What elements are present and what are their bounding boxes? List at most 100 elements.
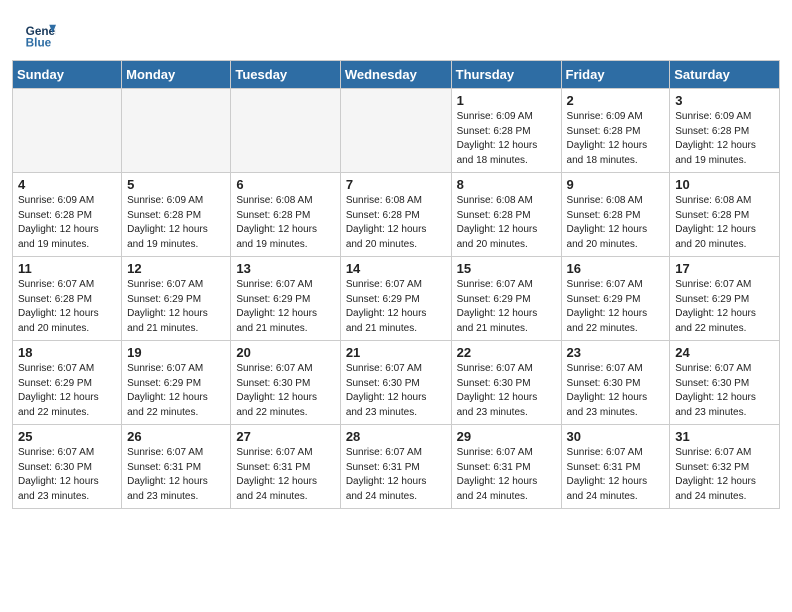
calendar-cell: 11Sunrise: 6:07 AMSunset: 6:28 PMDayligh… <box>13 257 122 341</box>
calendar-cell: 17 Sunrise: 6:07 AMSunset: 6:29 PMDayligh… <box>670 257 780 341</box>
day-info: Sunrise: 6:07 AMSunset: 6:30 PMDaylight:… <box>567 362 665 420</box>
day-info: Sunrise: 6:07 AMSunset: 6:31 PMDaylight:… <box>127 446 225 504</box>
day-info: Sunrise: 6:08 AMSunset: 6:28 PMDaylight:… <box>675 194 774 252</box>
day-number: 4 <box>18 177 116 192</box>
day-info: Sunrise: 6:09 AMSunset: 6:28 PMDaylight:… <box>567 110 665 168</box>
day-info: Sunrise: 6:08 AMSunset: 6:28 PMDaylight:… <box>236 194 334 252</box>
calendar-cell: 29 Sunrise: 6:07 AMSunset: 6:31 PMDayligh… <box>451 425 561 509</box>
day-number: 26 <box>127 429 225 444</box>
day-number: 27 <box>236 429 334 444</box>
calendar-cell: 3Sunrise: 6:09 AMSunset: 6:28 PMDaylight… <box>670 89 780 173</box>
day-number: 8 <box>457 177 556 192</box>
day-info: Sunrise: 6:07 AMSunset: 6:30 PMDaylight:… <box>675 362 774 420</box>
day-info: Sunrise: 6:07 AMSunset: 6:30 PMDaylight:… <box>457 362 556 420</box>
day-info: Sunrise: 6:07 AMSunset: 6:29 PMDaylight:… <box>457 278 556 336</box>
calendar-cell: 30 Sunrise: 6:07 AMSunset: 6:31 PMDayligh… <box>561 425 670 509</box>
day-info: Sunrise: 6:07 AMSunset: 6:29 PMDaylight:… <box>127 362 225 420</box>
weekday-saturday: Saturday <box>670 61 780 89</box>
calendar-cell: 8 Sunrise: 6:08 AMSunset: 6:28 PMDaylight… <box>451 173 561 257</box>
day-info: Sunrise: 6:07 AMSunset: 6:31 PMDaylight:… <box>457 446 556 504</box>
day-info: Sunrise: 6:07 AMSunset: 6:29 PMDaylight:… <box>567 278 665 336</box>
day-number: 23 <box>567 345 665 360</box>
calendar-cell: 16 Sunrise: 6:07 AMSunset: 6:29 PMDayligh… <box>561 257 670 341</box>
day-info: Sunrise: 6:07 AMSunset: 6:30 PMDaylight:… <box>18 446 116 504</box>
calendar-cell <box>13 89 122 173</box>
calendar-wrap: SundayMondayTuesdayWednesdayThursdayFrid… <box>0 60 792 521</box>
day-info: Sunrise: 6:07 AMSunset: 6:29 PMDaylight:… <box>675 278 774 336</box>
day-info: Sunrise: 6:09 AMSunset: 6:28 PMDaylight:… <box>18 194 116 252</box>
calendar-cell: 15 Sunrise: 6:07 AMSunset: 6:29 PMDayligh… <box>451 257 561 341</box>
day-number: 12 <box>127 261 225 276</box>
calendar-body: 1 Sunrise: 6:09 AMSunset: 6:28 PMDaylight… <box>13 89 780 509</box>
day-info: Sunrise: 6:07 AMSunset: 6:31 PMDaylight:… <box>236 446 334 504</box>
day-info: Sunrise: 6:09 AMSunset: 6:28 PMDaylight:… <box>457 110 556 168</box>
day-number: 17 <box>675 261 774 276</box>
day-number: 9 <box>567 177 665 192</box>
day-info: Sunrise: 6:08 AMSunset: 6:28 PMDaylight:… <box>457 194 556 252</box>
day-number: 14 <box>346 261 446 276</box>
day-number: 1 <box>457 93 556 108</box>
calendar-cell: 22 Sunrise: 6:07 AMSunset: 6:30 PMDayligh… <box>451 341 561 425</box>
calendar-cell: 14 Sunrise: 6:07 AMSunset: 6:29 PMDayligh… <box>340 257 451 341</box>
day-number: 11 <box>18 261 116 276</box>
day-number: 7 <box>346 177 446 192</box>
week-row-4: 18 Sunrise: 6:07 AMSunset: 6:29 PMDayligh… <box>13 341 780 425</box>
calendar-cell: 10 Sunrise: 6:08 AMSunset: 6:28 PMDayligh… <box>670 173 780 257</box>
day-number: 29 <box>457 429 556 444</box>
day-number: 22 <box>457 345 556 360</box>
weekday-thursday: Thursday <box>451 61 561 89</box>
calendar-cell: 23 Sunrise: 6:07 AMSunset: 6:30 PMDayligh… <box>561 341 670 425</box>
day-info: Sunrise: 6:07 AMSunset: 6:30 PMDaylight:… <box>236 362 334 420</box>
weekday-friday: Friday <box>561 61 670 89</box>
calendar-cell <box>340 89 451 173</box>
calendar-cell: 19 Sunrise: 6:07 AMSunset: 6:29 PMDayligh… <box>122 341 231 425</box>
day-info: Sunrise: 6:09 AMSunset: 6:28 PMDaylight:… <box>675 110 774 168</box>
day-info: Sunrise: 6:07 AMSunset: 6:31 PMDaylight:… <box>567 446 665 504</box>
calendar-cell: 27 Sunrise: 6:07 AMSunset: 6:31 PMDayligh… <box>231 425 340 509</box>
week-row-2: 4 Sunrise: 6:09 AMSunset: 6:28 PMDaylight… <box>13 173 780 257</box>
day-number: 2 <box>567 93 665 108</box>
weekday-wednesday: Wednesday <box>340 61 451 89</box>
week-row-5: 25 Sunrise: 6:07 AMSunset: 6:30 PMDayligh… <box>13 425 780 509</box>
calendar-cell: 4 Sunrise: 6:09 AMSunset: 6:28 PMDaylight… <box>13 173 122 257</box>
day-number: 19 <box>127 345 225 360</box>
day-info: Sunrise: 6:07 AMSunset: 6:31 PMDaylight:… <box>346 446 446 504</box>
weekday-header-row: SundayMondayTuesdayWednesdayThursdayFrid… <box>13 61 780 89</box>
day-number: 28 <box>346 429 446 444</box>
calendar-cell: 26 Sunrise: 6:07 AMSunset: 6:31 PMDayligh… <box>122 425 231 509</box>
day-number: 20 <box>236 345 334 360</box>
day-number: 15 <box>457 261 556 276</box>
day-info: Sunrise: 6:09 AMSunset: 6:28 PMDaylight:… <box>127 194 225 252</box>
calendar-cell: 31Sunrise: 6:07 AMSunset: 6:32 PMDayligh… <box>670 425 780 509</box>
calendar-cell: 6Sunrise: 6:08 AMSunset: 6:28 PMDaylight… <box>231 173 340 257</box>
day-number: 25 <box>18 429 116 444</box>
calendar-cell: 20 Sunrise: 6:07 AMSunset: 6:30 PMDayligh… <box>231 341 340 425</box>
calendar-cell: 12 Sunrise: 6:07 AMSunset: 6:29 PMDayligh… <box>122 257 231 341</box>
day-number: 21 <box>346 345 446 360</box>
week-row-1: 1 Sunrise: 6:09 AMSunset: 6:28 PMDaylight… <box>13 89 780 173</box>
day-number: 30 <box>567 429 665 444</box>
day-number: 5 <box>127 177 225 192</box>
day-info: Sunrise: 6:07 AMSunset: 6:29 PMDaylight:… <box>236 278 334 336</box>
calendar-cell: 24 Sunrise: 6:07 AMSunset: 6:30 PMDayligh… <box>670 341 780 425</box>
calendar-cell: 13Sunrise: 6:07 AMSunset: 6:29 PMDayligh… <box>231 257 340 341</box>
svg-text:Blue: Blue <box>26 37 52 50</box>
day-info: Sunrise: 6:08 AMSunset: 6:28 PMDaylight:… <box>567 194 665 252</box>
calendar-cell: 5 Sunrise: 6:09 AMSunset: 6:28 PMDaylight… <box>122 173 231 257</box>
logo: General Blue <box>24 18 58 50</box>
page-header: General Blue <box>0 0 792 60</box>
calendar-cell: 2 Sunrise: 6:09 AMSunset: 6:28 PMDaylight… <box>561 89 670 173</box>
calendar-cell: 21Sunrise: 6:07 AMSunset: 6:30 PMDayligh… <box>340 341 451 425</box>
day-info: Sunrise: 6:08 AMSunset: 6:28 PMDaylight:… <box>346 194 446 252</box>
day-number: 24 <box>675 345 774 360</box>
day-number: 16 <box>567 261 665 276</box>
day-info: Sunrise: 6:07 AMSunset: 6:29 PMDaylight:… <box>346 278 446 336</box>
week-row-3: 11Sunrise: 6:07 AMSunset: 6:28 PMDayligh… <box>13 257 780 341</box>
calendar-cell: 7 Sunrise: 6:08 AMSunset: 6:28 PMDaylight… <box>340 173 451 257</box>
day-info: Sunrise: 6:07 AMSunset: 6:29 PMDaylight:… <box>127 278 225 336</box>
day-number: 18 <box>18 345 116 360</box>
calendar-table: SundayMondayTuesdayWednesdayThursdayFrid… <box>12 60 780 509</box>
calendar-cell: 1 Sunrise: 6:09 AMSunset: 6:28 PMDaylight… <box>451 89 561 173</box>
calendar-cell <box>122 89 231 173</box>
day-number: 10 <box>675 177 774 192</box>
